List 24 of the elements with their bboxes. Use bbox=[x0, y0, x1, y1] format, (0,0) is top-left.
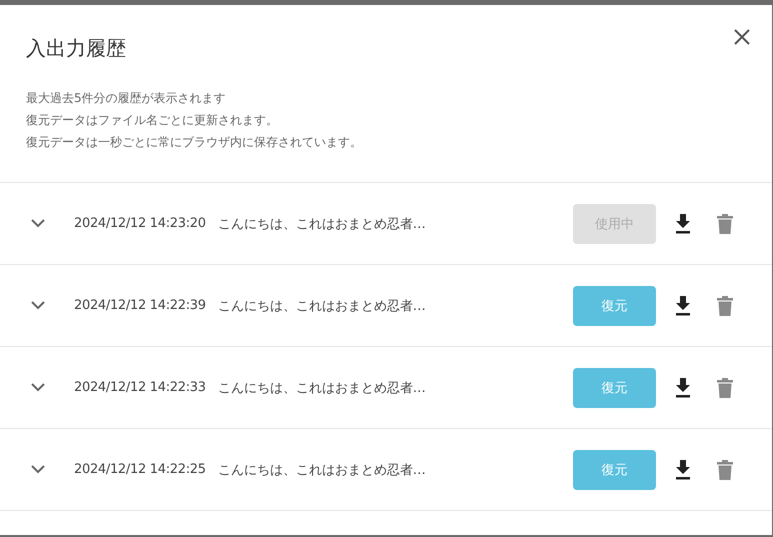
history-summary: こんにちは、これはおまとめ忍者… bbox=[218, 380, 426, 396]
trash-icon bbox=[717, 378, 733, 398]
note-text: 復元データはファイル名ごとに更新されます。 bbox=[26, 113, 279, 127]
close-icon bbox=[733, 28, 751, 46]
dialog-title: 入出力履歴 bbox=[25, 35, 126, 62]
restore-button[interactable]: 復元 bbox=[573, 286, 656, 326]
trash-icon bbox=[717, 460, 733, 480]
history-summary: こんにちは、これはおまとめ忍者… bbox=[218, 462, 426, 478]
history-summary: こんにちは、これはおまとめ忍者… bbox=[218, 216, 426, 232]
history-summary: こんにちは、これはおまとめ忍者… bbox=[218, 298, 426, 314]
download-icon bbox=[675, 296, 691, 316]
download-icon bbox=[675, 378, 691, 398]
restore-button[interactable]: 復元 bbox=[573, 368, 656, 408]
trash-icon bbox=[717, 214, 733, 234]
timestamp: 2024/12/12 14:22:33 bbox=[74, 380, 206, 395]
timestamp: 2024/12/12 14:23:20 bbox=[74, 216, 206, 231]
timestamp: 2024/12/12 14:22:39 bbox=[74, 298, 206, 313]
timestamp: 2024/12/12 14:22:25 bbox=[74, 462, 206, 477]
restore-button[interactable]: 復元 bbox=[573, 450, 656, 490]
download-icon bbox=[675, 214, 691, 234]
note-text: 最大過去5件分の履歴が表示されます bbox=[26, 91, 227, 105]
trash-icon bbox=[717, 296, 733, 316]
note-text: 復元データは一秒ごとに常にブラウザ内に保存されています。 bbox=[26, 135, 363, 149]
download-icon bbox=[675, 460, 691, 480]
